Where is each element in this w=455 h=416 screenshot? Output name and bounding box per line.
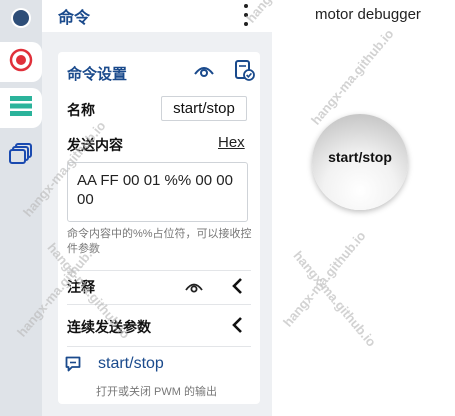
- command-panel: 命令 命令设置 名称 start/stop 发送内容 Hex AA FF 00 …: [42, 0, 272, 416]
- rail-connection-button[interactable]: [0, 0, 42, 40]
- comment-expand-chevron-icon[interactable]: [228, 276, 246, 296]
- card-title: 命令设置: [67, 66, 128, 83]
- comment-visibility-eye-icon[interactable]: [183, 276, 205, 296]
- divider: [67, 270, 251, 271]
- panel-title: 命令: [58, 10, 91, 27]
- left-rail: [0, 0, 42, 416]
- name-input[interactable]: start/stop: [161, 96, 247, 121]
- list-icon: [9, 95, 33, 122]
- command-settings-card: 命令设置 名称 start/stop 发送内容 Hex AA FF 00 01 …: [58, 52, 260, 404]
- hex-toggle-link[interactable]: Hex: [218, 134, 245, 151]
- start-stop-knob[interactable]: start/stop: [308, 110, 412, 214]
- knob-label: start/stop: [328, 149, 392, 165]
- rail-windows-button[interactable]: [0, 136, 42, 176]
- rail-record-button[interactable]: [0, 42, 42, 82]
- panel-header: 命令: [42, 0, 272, 32]
- watermark: hangx-ma.github.io: [290, 248, 380, 350]
- watermark: hangx-ma.github.io: [280, 228, 369, 330]
- stacked-windows-icon: [8, 142, 34, 171]
- divider: [67, 304, 251, 305]
- connection-status-icon: [10, 7, 32, 34]
- content-label: 发送内容: [67, 137, 123, 153]
- record-icon: [9, 48, 33, 77]
- more-options-icon[interactable]: [242, 4, 250, 26]
- divider: [67, 346, 251, 347]
- content-helper-text: 命令内容中的%%占位符，可以接收控件参数: [67, 228, 252, 255]
- edit-document-icon[interactable]: [232, 58, 256, 82]
- name-label: 名称: [67, 102, 95, 118]
- visibility-eye-icon[interactable]: [192, 58, 216, 82]
- app-root: 命令 命令设置 名称 start/stop 发送内容 Hex AA FF 00 …: [0, 0, 455, 416]
- command-item-description: 打开或关闭 PWM 的输出: [96, 386, 217, 398]
- continuous-expand-chevron-icon[interactable]: [228, 315, 246, 335]
- device-title: motor debugger: [315, 6, 421, 23]
- continuous-send-label: 连续发送参数: [67, 319, 151, 335]
- comment-bubble-icon: [65, 356, 81, 372]
- command-item-name[interactable]: start/stop: [98, 355, 164, 373]
- rail-commands-button[interactable]: [0, 88, 42, 128]
- comment-label: 注释: [67, 279, 95, 295]
- send-content-textarea[interactable]: AA FF 00 01 %% 00 00 00: [67, 162, 248, 222]
